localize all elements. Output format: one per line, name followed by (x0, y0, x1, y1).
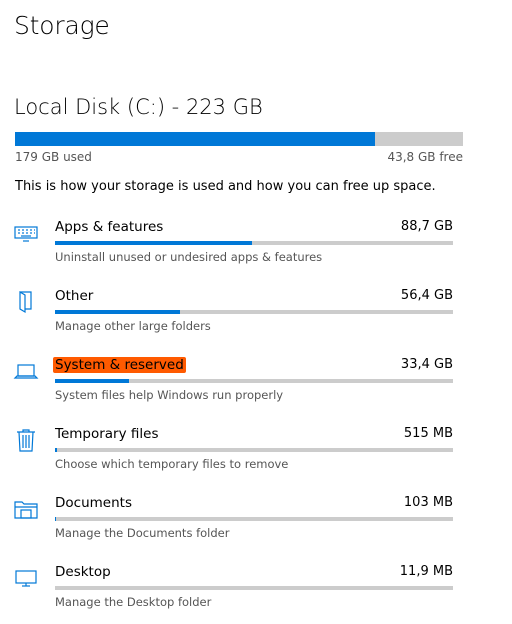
category-size: 11,9 MB (400, 564, 453, 579)
trash-icon (13, 426, 39, 452)
disk-title: Local Disk (C:) - 223 GB (14, 95, 263, 119)
category-usage-bar (55, 517, 453, 521)
category-description: Manage the Documents folder (55, 526, 229, 540)
category-usage-bar-fill (55, 448, 57, 452)
category-documents[interactable]: Documents 103 MB Manage the Documents fo… (0, 495, 512, 555)
category-description: System files help Windows run properly (55, 388, 283, 402)
category-description: Manage the Desktop folder (55, 595, 211, 609)
category-description: Choose which temporary files to remove (55, 457, 288, 471)
folder-icon (13, 495, 39, 521)
category-name: Other (55, 288, 93, 304)
category-usage-bar-fill (55, 310, 180, 314)
category-size: 103 MB (404, 495, 453, 510)
disk-usage-bar (15, 132, 463, 146)
disk-free-label: 43,8 GB free (387, 150, 463, 164)
category-usage-bar-fill (55, 241, 252, 245)
category-usage-bar (55, 448, 453, 452)
monitor-icon (13, 564, 39, 590)
category-usage-bar (55, 379, 453, 383)
category-usage-bar-fill (55, 379, 129, 383)
category-usage-bar (55, 586, 453, 590)
category-name: System & reserved (53, 357, 186, 373)
category-name: Temporary files (55, 426, 159, 442)
category-apps-features[interactable]: Apps & features 88,7 GB Uninstall unused… (0, 219, 512, 279)
category-size: 33,4 GB (401, 357, 453, 372)
disk-usage-bar-fill (15, 132, 375, 146)
category-name: Desktop (55, 564, 111, 580)
category-size: 515 MB (404, 426, 453, 441)
category-usage-bar (55, 310, 453, 314)
category-usage-bar (55, 241, 453, 245)
category-name: Documents (55, 495, 132, 511)
category-desktop[interactable]: Desktop 11,9 MB Manage the Desktop folde… (0, 564, 512, 624)
category-name: Apps & features (55, 219, 163, 235)
category-other[interactable]: Other 56,4 GB Manage other large folders (0, 288, 512, 348)
page-title: Storage (14, 11, 110, 40)
category-size: 88,7 GB (401, 219, 453, 234)
category-system-reserved[interactable]: System & reserved 33,4 GB System files h… (0, 357, 512, 417)
category-size: 56,4 GB (401, 288, 453, 303)
intro-text: This is how your storage is used and how… (15, 179, 436, 194)
disk-used-label: 179 GB used (15, 150, 92, 164)
laptop-icon (13, 357, 39, 383)
category-temporary-files[interactable]: Temporary files 515 MB Choose which temp… (0, 426, 512, 486)
category-description: Manage other large folders (55, 319, 211, 333)
document-icon (13, 288, 39, 314)
keyboard-icon (13, 219, 39, 245)
category-description: Uninstall unused or undesired apps & fea… (55, 250, 322, 264)
